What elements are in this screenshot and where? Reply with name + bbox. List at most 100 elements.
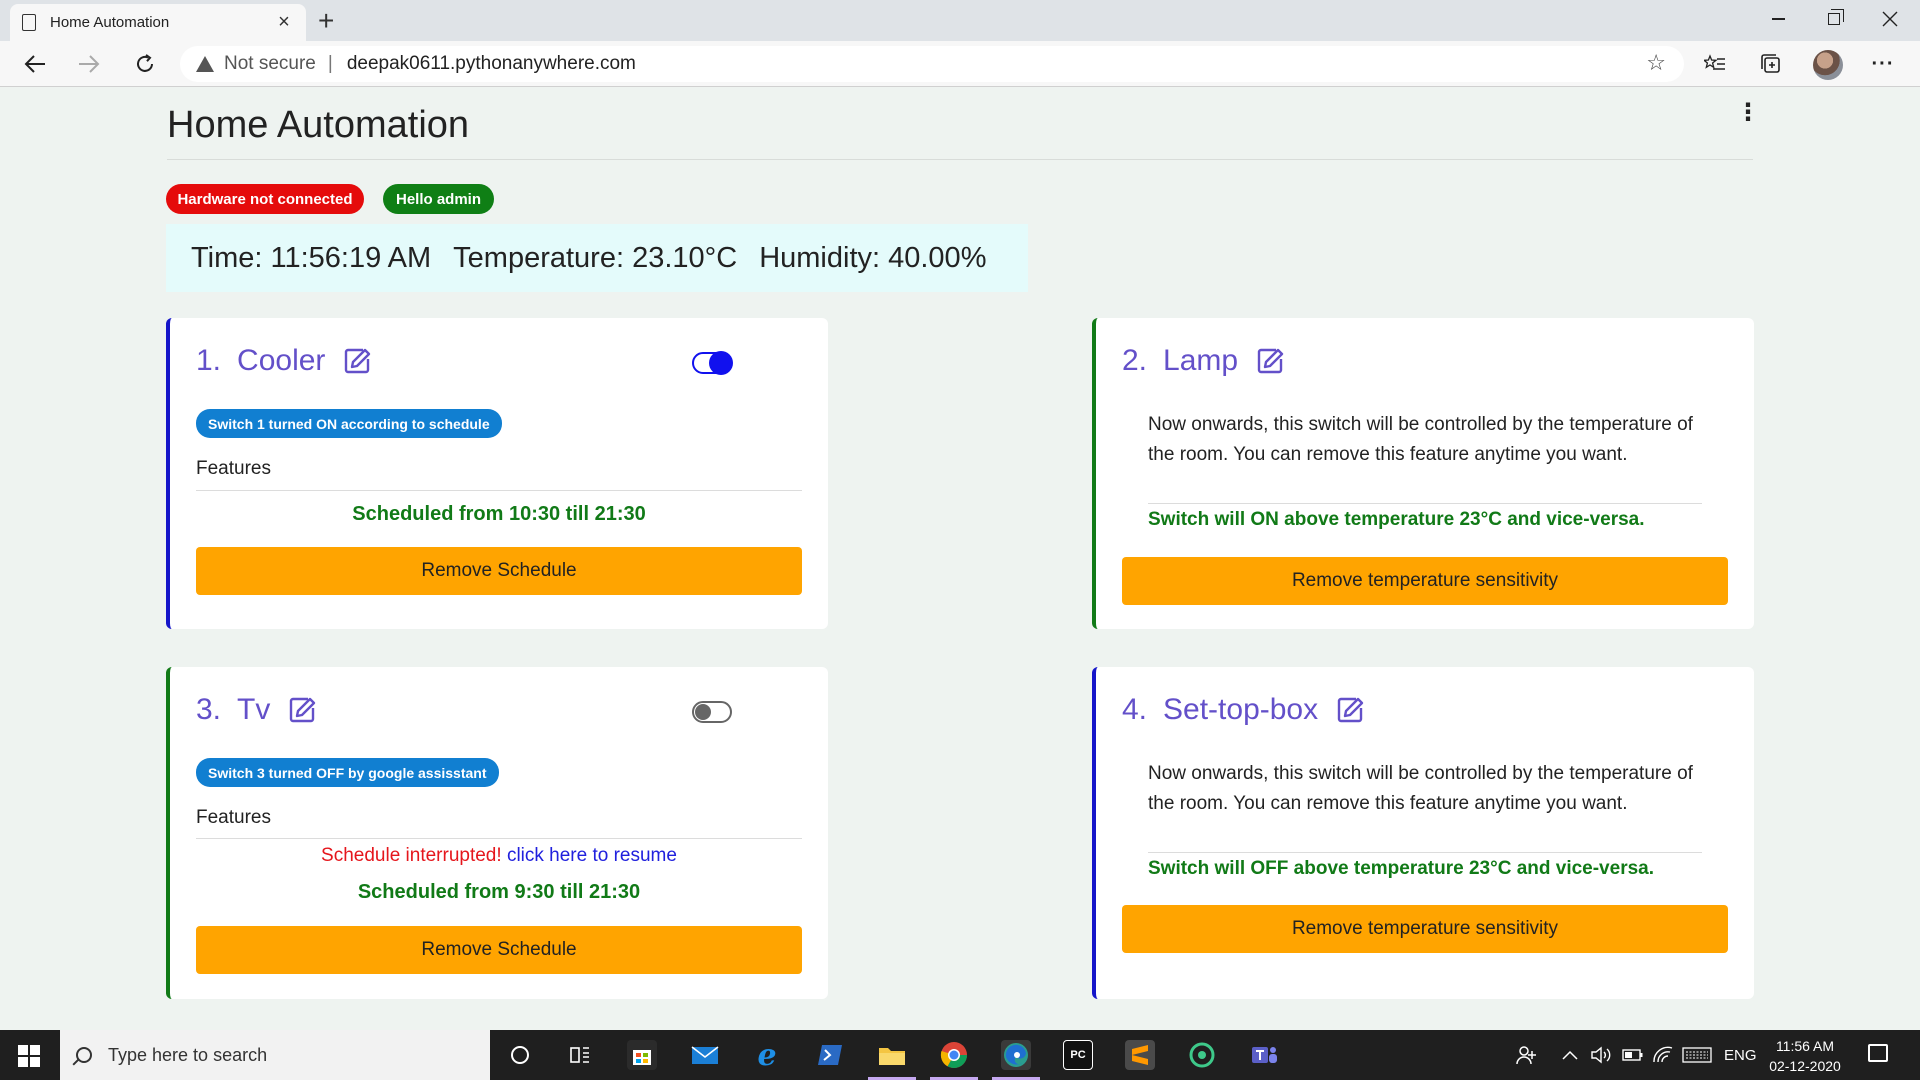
temperature-rule-text: Switch will ON above temperature 23°C an… <box>1148 509 1645 530</box>
minimize-icon <box>1771 18 1785 20</box>
schedule-text: Scheduled from 10:30 till 21:30 <box>352 503 646 525</box>
url-text[interactable]: deepak0611.pythonanywhere.com <box>347 53 636 75</box>
card-header: 2. Lamp <box>1122 344 1284 378</box>
profile-avatar[interactable] <box>1813 50 1843 80</box>
kebab-menu-icon[interactable]: ⋮ <box>1736 101 1760 125</box>
windows-taskbar: Type here to search e PC ENG 11:56 AM 02… <box>0 1030 1920 1080</box>
device-name: Tv <box>237 693 271 726</box>
card-header: 1. Cooler <box>196 344 371 378</box>
close-window-button[interactable] <box>1862 0 1918 38</box>
humidity-readout: Humidity: 40.00% <box>759 241 987 274</box>
powershell-icon[interactable] <box>815 1040 845 1070</box>
teams-icon[interactable] <box>1249 1040 1279 1070</box>
power-toggle[interactable] <box>692 701 732 723</box>
file-explorer-icon[interactable] <box>868 1040 916 1080</box>
windows-start-icon[interactable] <box>18 1045 40 1067</box>
keyboard-icon[interactable] <box>1682 1030 1712 1080</box>
device-card-tv: 3. Tv Switch 3 turned OFF by google assi… <box>166 667 828 999</box>
temperature-mode-description: Now onwards, this switch will be control… <box>1148 763 1693 814</box>
wifi-icon[interactable] <box>1652 1030 1674 1080</box>
page-title: Home Automation <box>167 104 470 146</box>
resume-schedule-link[interactable]: click here to resume <box>507 845 677 866</box>
status-badge: Switch 3 turned OFF by google assisstant <box>196 758 499 787</box>
card-header: 3. Tv <box>196 693 316 727</box>
task-view-icon[interactable] <box>565 1040 595 1070</box>
device-card-set-top-box: 4. Set-top-box Now onwards, this switch … <box>1092 667 1754 999</box>
restore-icon <box>1828 9 1844 25</box>
sublime-text-icon[interactable] <box>1125 1040 1155 1070</box>
forward-button[interactable] <box>73 49 105 79</box>
chrome-icon[interactable] <box>930 1040 978 1080</box>
device-name: Set-top-box <box>1163 693 1319 726</box>
store-icon[interactable] <box>627 1040 657 1070</box>
edit-icon[interactable] <box>1256 347 1284 375</box>
new-tab-button[interactable]: + <box>318 5 334 37</box>
reload-button[interactable] <box>129 49 161 79</box>
hardware-status-badge: Hardware not connected <box>166 184 364 214</box>
mail-icon[interactable] <box>690 1040 720 1070</box>
cortana-icon[interactable] <box>505 1040 535 1070</box>
clock-date: 02-12-2020 <box>1769 1058 1841 1074</box>
people-icon[interactable] <box>1516 1030 1538 1080</box>
interrupted-text: Schedule interrupted! <box>321 845 502 866</box>
minimize-button[interactable] <box>1750 0 1806 38</box>
temperature-rule-text: Switch will OFF above temperature 23°C a… <box>1148 858 1654 879</box>
device-name: Lamp <box>1163 344 1239 377</box>
time-readout: Time: 11:56:19 AM <box>191 241 432 274</box>
remove-temperature-sensitivity-button[interactable]: Remove temperature sensitivity <box>1122 557 1728 605</box>
edge-icon[interactable] <box>992 1040 1040 1080</box>
schedule-interrupted-notice: Schedule interrupted! click here to resu… <box>196 845 802 867</box>
device-card-cooler: 1. Cooler Switch 1 turned ON according t… <box>166 318 828 629</box>
more-options-icon[interactable]: ··· <box>1868 51 1898 77</box>
search-placeholder: Type here to search <box>108 1044 268 1065</box>
taskbar-search-box[interactable]: Type here to search <box>60 1030 490 1080</box>
clock-time: 11:56 AM <box>1775 1038 1835 1054</box>
collections-icon[interactable] <box>1756 51 1786 77</box>
toggle-knob <box>695 704 711 720</box>
device-number: 3. <box>196 693 222 726</box>
page-icon <box>22 14 36 31</box>
device-number: 1. <box>196 344 222 377</box>
divider <box>1148 503 1702 504</box>
remove-temperature-sensitivity-button[interactable]: Remove temperature sensitivity <box>1122 905 1728 953</box>
browser-titlebar: Home Automation × + <box>0 0 1920 41</box>
taskbar-clock[interactable]: 11:56 AM 02-12-2020 <box>1760 1036 1850 1076</box>
arrow-left-icon <box>24 55 45 73</box>
not-secure-label[interactable]: Not secure <box>224 53 316 75</box>
address-bar[interactable]: Not secure | deepak0611.pythonanywhere.c… <box>180 46 1684 82</box>
browser-tab[interactable]: Home Automation × <box>10 4 306 41</box>
tab-close-icon[interactable]: × <box>274 11 294 34</box>
volume-icon[interactable] <box>1590 1030 1612 1080</box>
favorites-icon[interactable] <box>1700 51 1730 77</box>
pycharm-icon[interactable]: PC <box>1063 1040 1093 1070</box>
url-separator: | <box>327 53 333 74</box>
sensor-readout: Time: 11:56:19 AM Temperature: 23.10°C H… <box>166 224 1028 292</box>
restore-button[interactable] <box>1806 0 1862 38</box>
language-indicator[interactable]: ENG <box>1724 1030 1757 1080</box>
edit-icon[interactable] <box>288 696 316 724</box>
internet-explorer-icon[interactable]: e <box>752 1038 782 1073</box>
edit-icon[interactable] <box>1336 696 1364 724</box>
edit-icon[interactable] <box>343 347 371 375</box>
browser-toolbar: Not secure | deepak0611.pythonanywhere.c… <box>0 41 1920 87</box>
remove-schedule-button[interactable]: Remove Schedule <box>196 926 802 974</box>
chevron-up-icon[interactable] <box>1562 1030 1578 1080</box>
search-icon <box>76 1047 92 1063</box>
remove-schedule-button[interactable]: Remove Schedule <box>196 547 802 595</box>
battery-icon[interactable] <box>1622 1030 1644 1080</box>
device-number: 2. <box>1122 344 1148 377</box>
divider <box>1148 852 1702 853</box>
divider <box>167 159 1753 160</box>
anaconda-icon[interactable] <box>1187 1040 1217 1070</box>
power-toggle[interactable] <box>692 351 733 375</box>
card-header: 4. Set-top-box <box>1122 693 1364 727</box>
temperature-mode-description: Now onwards, this switch will be control… <box>1148 414 1693 465</box>
notifications-icon[interactable] <box>1868 1044 1888 1062</box>
back-button[interactable] <box>19 49 51 79</box>
divider <box>196 490 802 491</box>
warning-icon <box>196 56 214 72</box>
toggle-knob <box>709 351 733 375</box>
star-icon[interactable]: ☆ <box>1646 50 1666 76</box>
device-card-lamp: 2. Lamp Now onwards, this switch will be… <box>1092 318 1754 629</box>
close-icon <box>1882 11 1898 27</box>
